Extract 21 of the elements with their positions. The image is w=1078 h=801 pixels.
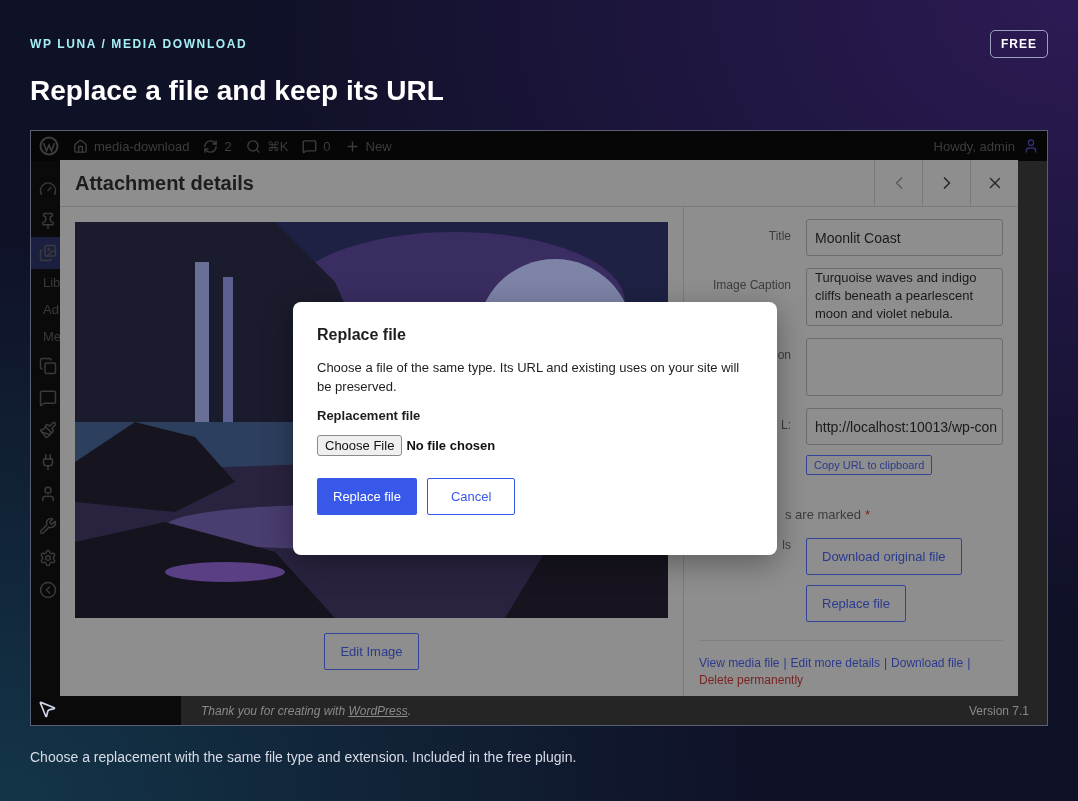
version-text: Version 7.1	[968, 703, 1029, 718]
eyebrow-label: WP LUNA / MEDIA DOWNLOAD	[30, 37, 248, 51]
dialog-title: Replace file	[317, 326, 407, 344]
required-note: s are marked	[785, 507, 861, 522]
free-badge: FREE	[990, 30, 1048, 58]
page-title: Replace a file and keep its URL	[30, 74, 445, 108]
file-status: No file chosen	[406, 438, 496, 453]
link-separator: |	[967, 656, 971, 670]
link-separator: |	[884, 656, 888, 670]
field-label: Image Caption	[711, 277, 791, 292]
field-label: Title	[767, 228, 791, 243]
modal-title: Attachment details	[75, 171, 255, 195]
dialog-text: Choose a file of the same type. Its URL and existing uses on your site will be preserved.	[317, 359, 741, 396]
caption-text: Choose a replacement with the same file type and extension. Included in the free plugin.	[30, 749, 578, 765]
link-separator: |	[783, 656, 787, 670]
footer-text: Thank you for creating with WordPress.	[201, 703, 412, 718]
required-mark: *	[864, 507, 870, 522]
field-label: on	[776, 347, 791, 362]
tools-label: ls	[781, 538, 791, 552]
field-label: Replacement file	[317, 408, 422, 423]
field-label: L:	[780, 417, 791, 432]
